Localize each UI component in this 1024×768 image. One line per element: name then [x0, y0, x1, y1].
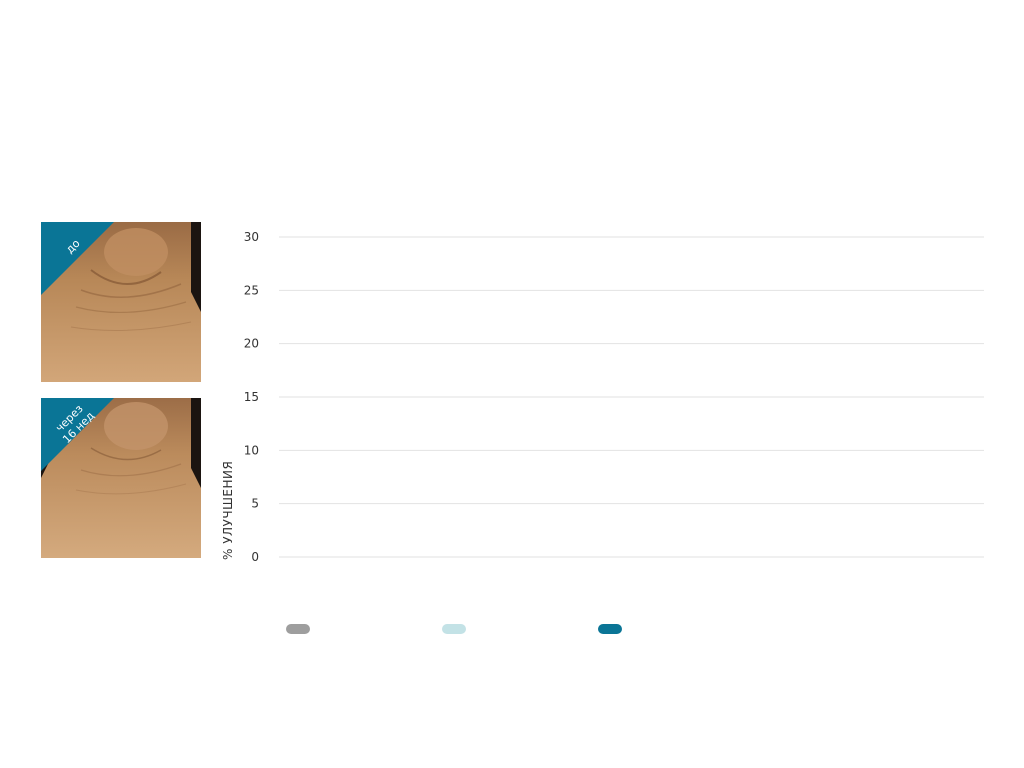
- y-tick-0: 0: [251, 550, 259, 564]
- legend-swatch-1: [286, 624, 310, 634]
- y-tick-5: 5: [251, 497, 259, 511]
- legend-swatch-3: [598, 624, 622, 634]
- y-tick-30: 30: [244, 230, 259, 244]
- y-tick-10: 10: [244, 443, 259, 457]
- grid-lines: [279, 236, 984, 558]
- y-tick-labels: 0 5 10 15 20 25 30: [244, 230, 259, 564]
- y-tick-15: 15: [244, 390, 259, 404]
- y-tick-25: 25: [244, 283, 259, 297]
- improvement-chart: 0 5 10 15 20 25 30 % УЛУЧШЕНИЯ: [221, 230, 984, 564]
- y-axis-label: % УЛУЧШЕНИЯ: [221, 461, 235, 560]
- y-tick-20: 20: [244, 337, 259, 351]
- legend-swatch-2: [442, 624, 466, 634]
